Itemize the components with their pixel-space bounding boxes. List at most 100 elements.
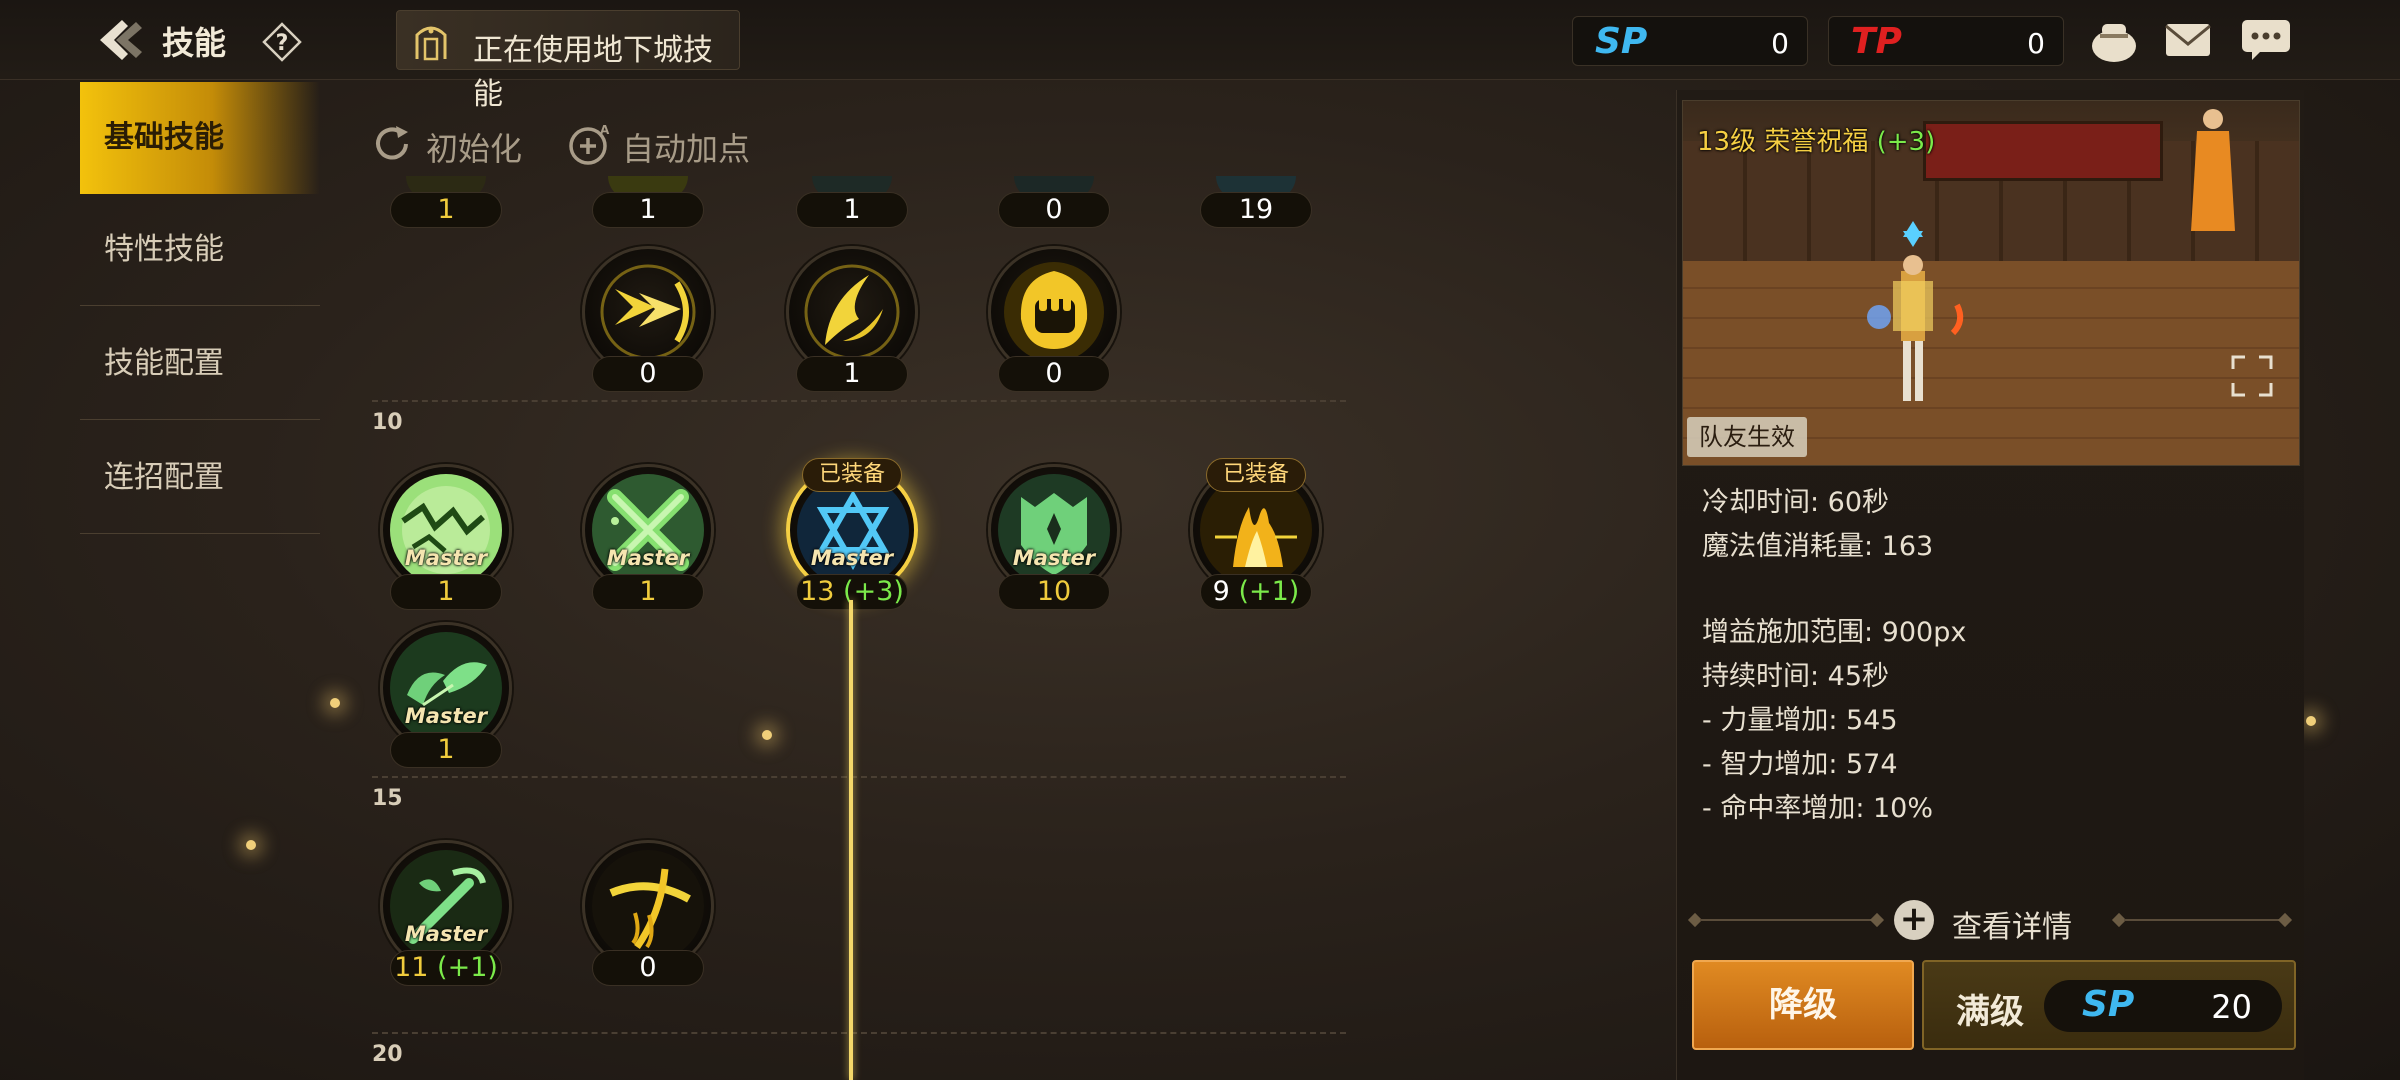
skill-level: 1 <box>390 732 502 768</box>
auto-add-icon: A <box>566 122 610 166</box>
skill-level: 1 <box>390 192 502 228</box>
skill-level-bonus: (+1) <box>1238 576 1300 607</box>
skill-level-value: 9 <box>1212 576 1230 607</box>
page-title: 技能 <box>162 24 227 62</box>
skill-slot-partial[interactable]: 19 <box>1186 176 1326 230</box>
level-divider <box>372 776 1346 778</box>
fullscreen-icon[interactable] <box>2231 355 2273 397</box>
preview-skill-title: 13级 荣誉祝福 (+3) <box>1697 121 1935 158</box>
skill-slot[interactable]: 0 <box>578 246 718 396</box>
sp-cost-value: 20 <box>2211 988 2252 1026</box>
max-level-button[interactable]: 满级 SP 20 <box>1922 960 2296 1050</box>
skill-level: 0 <box>592 950 704 986</box>
mail-icon[interactable] <box>2160 14 2216 66</box>
view-details-button[interactable]: + 查看详情 <box>1687 890 2293 950</box>
skill-slot[interactable]: Master 1 <box>578 464 718 614</box>
skill-level-value: 11 <box>394 952 429 983</box>
skill-level: 19 <box>1200 192 1312 228</box>
skill-level: 11 (+1) <box>390 950 502 986</box>
skill-preview-video[interactable]: 13级 荣誉祝福 (+3) 队友生效 <box>1682 100 2300 466</box>
skill-slot[interactable]: Master 11 (+1) <box>376 840 516 990</box>
skill-slot-partial[interactable]: 1 <box>578 176 718 230</box>
level-label-10: 10 <box>372 410 403 435</box>
level-label-20: 20 <box>372 1042 403 1067</box>
equipped-badge: 已装备 <box>802 458 902 492</box>
skill-slot-partial[interactable]: 1 <box>782 176 922 230</box>
dungeon-skill-mode-button[interactable]: 正在使用地下城技能 <box>396 10 740 112</box>
skill-slot[interactable]: 1 <box>782 246 922 396</box>
skill-level: 9 (+1) <box>1200 574 1312 610</box>
skill-level: 1 <box>592 192 704 228</box>
stat-cooldown: 冷却时间: 60秒 <box>1702 487 1890 518</box>
skill-slot-partial[interactable]: 0 <box>984 176 1124 230</box>
tab-trait-skills[interactable]: 特性技能 <box>80 194 320 306</box>
sp-cost-label: SP <box>2082 984 2135 1025</box>
tab-combo-config[interactable]: 连招配置 <box>80 422 320 534</box>
skill-slot[interactable]: 0 <box>578 840 718 990</box>
skill-level: 10 <box>998 574 1110 610</box>
master-badge: Master <box>810 546 894 570</box>
preview-skill-name: 13级 荣誉祝福 <box>1697 127 1869 157</box>
sp-counter: SP 0 <box>1572 16 1808 66</box>
skill-level: 1 <box>592 574 704 610</box>
back-arrow-icon[interactable] <box>96 16 146 64</box>
pouch-icon[interactable] <box>2086 14 2142 66</box>
level-divider <box>372 400 1346 402</box>
tp-label: TP <box>1851 21 1902 62</box>
refresh-icon <box>370 122 414 166</box>
downgrade-button[interactable]: 降级 <box>1692 960 1914 1050</box>
party-effect-badge: 队友生效 <box>1687 417 1807 457</box>
svg-text:A: A <box>600 123 610 137</box>
ambient-sparkle <box>762 730 772 740</box>
sp-value: 0 <box>1771 27 1789 60</box>
tab-basic-skills[interactable]: 基础技能 <box>80 82 320 194</box>
dungeon-mode-label: 正在使用地下城技能 <box>473 33 713 112</box>
stat-buff-range: 增益施加范围: 900px <box>1702 617 1967 648</box>
max-level-label: 满级 <box>1956 992 2024 1032</box>
equipped-badge: 已装备 <box>1206 458 1306 492</box>
svg-text:?: ? <box>276 31 289 56</box>
auto-assign-button[interactable]: A 自动加点 <box>566 118 776 168</box>
skill-level: 1 <box>796 356 908 392</box>
skill-link-line <box>849 600 853 1080</box>
skill-level-bonus: (+1) <box>437 952 498 983</box>
tp-counter: TP 0 <box>1828 16 2064 66</box>
reset-label: 初始化 <box>426 130 523 168</box>
plus-icon: + <box>1894 900 1934 940</box>
dungeon-gate-icon <box>411 21 451 61</box>
stat-duration: 持续时间: 45秒 <box>1702 661 1890 692</box>
sp-label: SP <box>1595 21 1648 62</box>
npc-sprite <box>2191 109 2235 231</box>
top-bar: 技能 ? 正在使用地下城技能 SP 0 TP 0 <box>0 0 2400 112</box>
master-badge: Master <box>404 546 488 570</box>
master-badge: Master <box>404 704 488 728</box>
reset-button[interactable]: 初始化 <box>370 118 540 168</box>
skill-level: 1 <box>796 192 908 228</box>
preview-skill-bonus: (+3) <box>1876 127 1936 157</box>
help-icon[interactable]: ? <box>262 22 302 62</box>
character-sprite <box>1867 221 1964 401</box>
auto-assign-label: 自动加点 <box>622 130 751 168</box>
tab-skill-config[interactable]: 技能配置 <box>80 308 320 420</box>
sp-cost: SP 20 <box>2044 980 2282 1032</box>
skill-slot[interactable]: Master 1 <box>376 622 516 772</box>
ambient-sparkle <box>330 698 340 708</box>
master-badge: Master <box>404 922 488 946</box>
level-label-15: 15 <box>372 786 403 811</box>
chat-icon[interactable] <box>2238 14 2294 66</box>
stat-intelligence: - 智力增加: 574 <box>1702 749 1898 780</box>
stat-hit-rate: - 命中率增加: 10% <box>1702 793 1934 824</box>
skill-level: 0 <box>998 356 1110 392</box>
skill-slot[interactable]: 0 <box>984 246 1124 396</box>
master-badge: Master <box>606 546 690 570</box>
skill-slot-partial[interactable]: 1 <box>376 176 516 230</box>
skill-slot-selected[interactable]: 已装备 Master 13 (+3) <box>782 458 922 614</box>
stat-mp-cost: 魔法值消耗量: 163 <box>1702 531 1934 562</box>
skill-slot[interactable]: Master 1 <box>376 464 516 614</box>
skill-slot[interactable]: Master 10 <box>984 464 1124 614</box>
level-divider <box>372 1032 1346 1034</box>
skill-slot[interactable]: 已装备 9 (+1) <box>1186 458 1326 614</box>
skill-level: 1 <box>390 574 502 610</box>
skill-level: 0 <box>592 356 704 392</box>
ambient-sparkle <box>2306 716 2316 726</box>
